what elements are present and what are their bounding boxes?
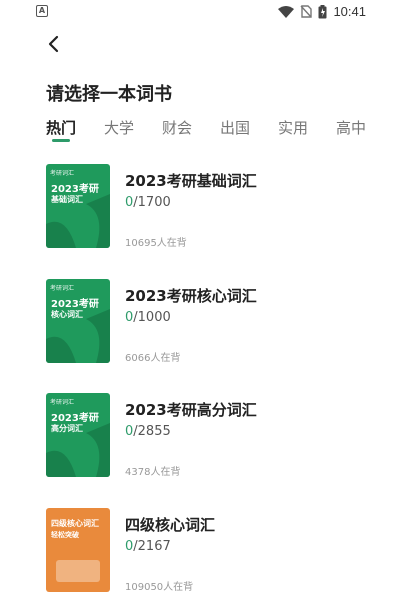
progress-total: /2855 xyxy=(133,424,171,439)
book-progress: 0/2167 xyxy=(125,539,171,554)
learner-count: 10695人在背 xyxy=(125,238,187,249)
book-item[interactable]: 考研词汇 2023考研 基础词汇 2023考研基础词汇 0/1700 10695… xyxy=(46,164,376,254)
book-progress: 0/1700 xyxy=(125,195,171,210)
status-bar: A 10:41 xyxy=(0,0,400,26)
tab-high-school[interactable]: 高中 xyxy=(336,117,366,138)
book-title: 2023考研基础词汇 xyxy=(125,172,257,190)
tab-university[interactable]: 大学 xyxy=(104,117,134,138)
tab-hot[interactable]: 热门 xyxy=(46,117,76,138)
clock: 10:41 xyxy=(333,4,366,19)
cover-title: 2023考研 xyxy=(51,413,99,424)
page-title: 请选择一本词书 xyxy=(46,84,172,105)
cover-title: 四级核心词汇 xyxy=(51,519,99,528)
book-cover: 考研词汇 2023考研 基础词汇 xyxy=(46,164,110,248)
book-cover: 四级核心词汇 轻松突破 xyxy=(46,508,110,592)
book-title: 四级核心词汇 xyxy=(125,516,216,534)
progress-total: /2167 xyxy=(133,539,171,554)
book-title: 2023考研高分词汇 xyxy=(125,401,257,419)
notification-a-icon: A xyxy=(36,5,48,17)
cover-title: 2023考研 xyxy=(51,299,99,310)
book-item[interactable]: 四级核心词汇 轻松突破 四级核心词汇 0/2167 109050人在背 xyxy=(46,508,376,598)
book-cover: 考研词汇 2023考研 高分词汇 xyxy=(46,393,110,477)
tab-accounting[interactable]: 财会 xyxy=(162,117,192,138)
back-button[interactable] xyxy=(44,34,64,54)
book-cover: 考研词汇 2023考研 核心词汇 xyxy=(46,279,110,363)
book-title: 2023考研核心词汇 xyxy=(125,287,257,305)
chevron-left-icon xyxy=(48,35,59,53)
no-sim-icon xyxy=(300,5,313,18)
cover-subtitle: 基础词汇 xyxy=(51,195,83,204)
cover-subtitle: 轻松突破 xyxy=(51,531,79,539)
progress-total: /1700 xyxy=(133,195,171,210)
book-item[interactable]: 考研词汇 2023考研 核心词汇 2023考研核心词汇 0/1000 6066人… xyxy=(46,279,376,369)
cover-subtitle: 高分词汇 xyxy=(51,424,83,433)
status-icons: 10:41 xyxy=(278,4,366,19)
cover-title: 2023考研 xyxy=(51,184,99,195)
book-progress: 0/2855 xyxy=(125,424,171,439)
tab-practical[interactable]: 实用 xyxy=(278,117,308,138)
cover-badge: 考研词汇 xyxy=(50,399,75,406)
active-tab-indicator xyxy=(52,139,70,142)
learner-count: 4378人在背 xyxy=(125,467,181,478)
wifi-icon xyxy=(278,5,295,18)
progress-total: /1000 xyxy=(133,310,171,325)
cover-badge: 考研词汇 xyxy=(50,170,75,177)
learner-count: 6066人在背 xyxy=(125,353,181,364)
learner-count: 109050人在背 xyxy=(125,582,194,593)
cover-subtitle: 核心词汇 xyxy=(51,310,83,319)
battery-icon xyxy=(318,4,327,18)
cover-badge: 考研词汇 xyxy=(50,285,75,292)
book-progress: 0/1000 xyxy=(125,310,171,325)
book-item[interactable]: 考研词汇 2023考研 高分词汇 2023考研高分词汇 0/2855 4378人… xyxy=(46,393,376,483)
tab-abroad[interactable]: 出国 xyxy=(220,117,250,138)
